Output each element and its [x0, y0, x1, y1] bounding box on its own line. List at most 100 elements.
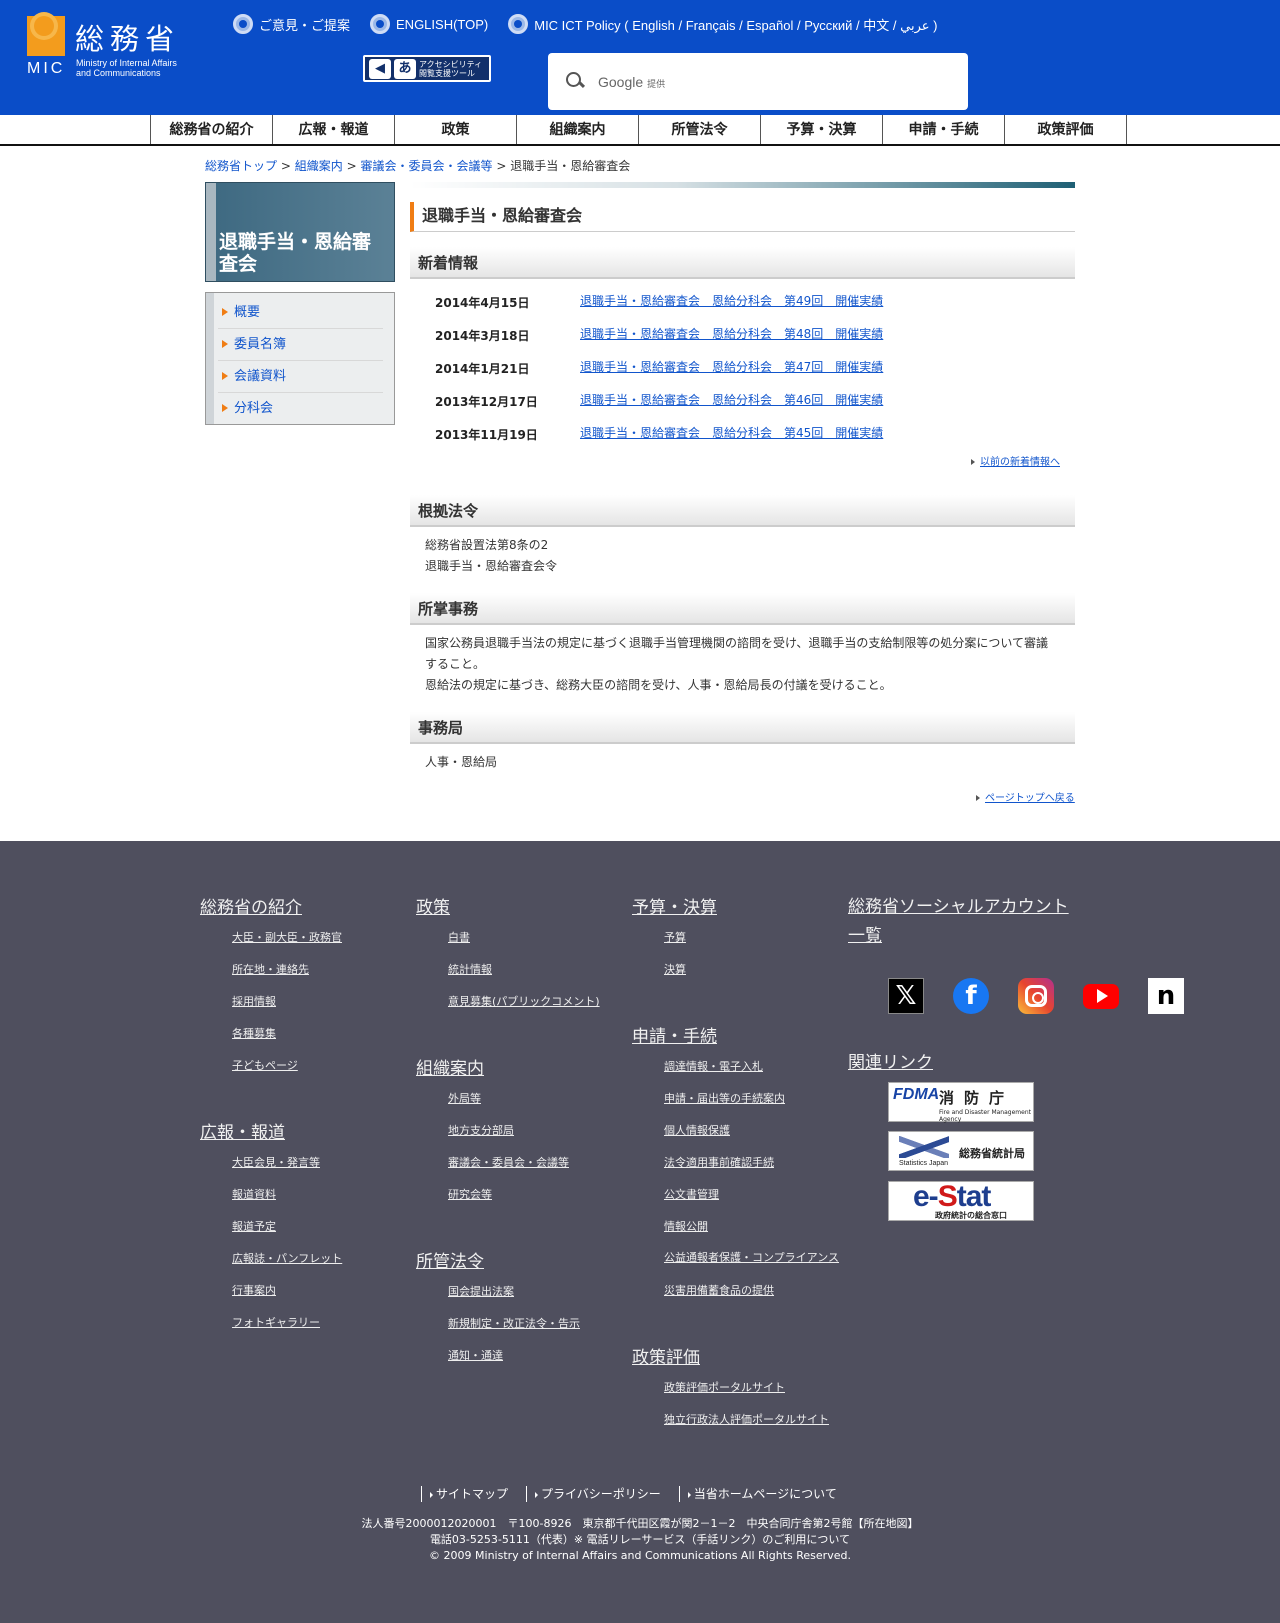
fdma-banner[interactable]: FDMA 消防庁 Fire and Disaster Management Ag…	[888, 1082, 1034, 1123]
footer-heading-about[interactable]: 総務省の紹介	[200, 893, 400, 918]
sidebar-item-overview: 概要	[218, 297, 383, 329]
footer-link[interactable]: 国会提出法案	[448, 1283, 514, 1299]
statistics-logo-icon	[899, 1136, 949, 1158]
english-top-link-label: ENGLISH(TOP)	[396, 16, 489, 32]
ict-policy-link-label: MIC ICT Policy ( English / Français / Es…	[534, 17, 938, 33]
footer-link[interactable]: 情報公開	[664, 1218, 708, 1234]
footer-link[interactable]: 意見募集(パブリックコメント)	[448, 993, 600, 1009]
footer-link[interactable]: 通知・通達	[448, 1347, 503, 1363]
footer-heading-policy[interactable]: 政策	[416, 893, 626, 918]
news-link[interactable]: 退職手当・恩給審査会 恩給分科会 第45回 開催実績	[580, 424, 883, 441]
gnav-item-organization[interactable]: 組織案内	[517, 115, 639, 144]
footer-heading-evaluation[interactable]: 政策評価	[632, 1343, 700, 1368]
gnav-item-policy[interactable]: 政策	[395, 115, 517, 144]
english-top-link[interactable]: ENGLISH(TOP)	[370, 14, 488, 34]
youtube-icon[interactable]	[1083, 978, 1119, 1014]
mic-logo[interactable]: 総務省 MIC Ministry of Internal Affairs and …	[27, 12, 217, 82]
footer-link[interactable]: 新規制定・改正法令・告示	[448, 1315, 580, 1331]
footer-heading-budget[interactable]: 予算・決算	[632, 893, 847, 918]
footer-heading-organization[interactable]: 組織案内	[416, 1054, 484, 1079]
search-input[interactable]	[677, 61, 968, 102]
facebook-icon[interactable]: f	[953, 978, 989, 1014]
page-top-link[interactable]: ページトップへ戻る	[976, 789, 1075, 804]
radio-bullet-icon	[233, 14, 253, 34]
note-icon[interactable]: n	[1148, 978, 1184, 1014]
footer-link[interactable]: 申請・届出等の手続案内	[664, 1090, 785, 1106]
breadcrumb-separator: >	[280, 159, 291, 173]
radio-bullet-icon	[508, 14, 529, 34]
breadcrumb-link-councils[interactable]: 審議会・委員会・会議等	[360, 159, 492, 173]
news-link[interactable]: 退職手当・恩給審査会 恩給分科会 第46回 開催実績	[580, 391, 883, 408]
footer-link[interactable]: 調達情報・電子入札	[664, 1058, 763, 1074]
location-map-link[interactable]: 所在地図	[863, 1517, 907, 1530]
sidebar-link-materials[interactable]: 会議資料	[234, 369, 286, 384]
ict-policy-link[interactable]: MIC ICT Policy ( English / Français / Es…	[508, 14, 937, 34]
footer-link[interactable]: 法令適用事前確認手続	[664, 1154, 774, 1170]
footer-link[interactable]: 所在地・連絡先	[232, 961, 309, 977]
footer-link[interactable]: 個人情報保護	[664, 1122, 730, 1138]
footer-link[interactable]: 報道資料	[232, 1186, 276, 1202]
footer-link[interactable]: 独立行政法人評価ポータルサイト	[664, 1411, 829, 1427]
footer-heading-laws[interactable]: 所管法令	[416, 1247, 484, 1272]
footer-link[interactable]: 研究会等	[448, 1186, 492, 1202]
x-icon[interactable]: 𝕏	[888, 978, 924, 1014]
sitemap-link[interactable]: サイトマップ	[421, 1486, 526, 1502]
footer-link[interactable]: 採用情報	[232, 993, 276, 1009]
accessibility-tool-button[interactable]: ◀ あ アクセシビリティ 閲覧支援ツール	[363, 55, 491, 82]
footer-link[interactable]: 行事案内	[232, 1282, 276, 1298]
gnav-item-laws[interactable]: 所管法令	[639, 115, 761, 144]
footer-link[interactable]: 地方支分部局	[448, 1122, 514, 1138]
footer-link[interactable]: 統計情報	[448, 961, 492, 977]
fdma-name: 消防庁	[939, 1089, 1015, 1107]
older-news-link[interactable]: 以前の新着情報へ	[971, 453, 1060, 468]
footer-link[interactable]: 大臣・副大臣・政務官	[232, 929, 342, 945]
gnav-item-budget[interactable]: 予算・決算	[761, 115, 883, 144]
news-link[interactable]: 退職手当・恩給審査会 恩給分科会 第49回 開催実績	[580, 292, 883, 309]
sidebar-link-overview[interactable]: 概要	[234, 305, 260, 320]
relay-service-link[interactable]: ※ 電話リレーサービス（手話リンク）のご利用について	[574, 1533, 850, 1546]
footer-link[interactable]: 報道予定	[232, 1218, 276, 1234]
footer-link[interactable]: 政策評価ポータルサイト	[664, 1379, 785, 1395]
address-text: 法人番号2000012020001 〒100-8926 東京都千代田区霞が関2－…	[361, 1517, 864, 1530]
footer-heading-procedures[interactable]: 申請・手続	[632, 1022, 717, 1047]
footer-link[interactable]: 各種募集	[232, 1025, 276, 1041]
breadcrumb-current: 退職手当・恩給審査会	[510, 159, 631, 173]
footer-link[interactable]: 決算	[664, 961, 686, 977]
footer-heading-press[interactable]: 広報・報道	[200, 1118, 285, 1143]
footer-link[interactable]: 大臣会見・発言等	[232, 1154, 320, 1170]
footer-link[interactable]: 白書	[448, 929, 470, 945]
office-body: 人事・恩給局	[425, 752, 1055, 773]
sidebar-item-members: 委員名簿	[218, 329, 383, 361]
footer-link[interactable]: 子どもページ	[232, 1057, 298, 1073]
footer-link[interactable]: フォトギャラリー	[232, 1314, 320, 1330]
estat-banner[interactable]: e-Stat 政府統計の総合窓口	[888, 1180, 1034, 1221]
logo-english-name: Ministry of Internal Affairs and Communic…	[76, 58, 177, 78]
instagram-icon[interactable]	[1018, 978, 1054, 1014]
news-link[interactable]: 退職手当・恩給審査会 恩給分科会 第47回 開催実績	[580, 358, 883, 375]
footer-link[interactable]: 災害用備蓄食品の提供	[664, 1282, 774, 1298]
footer-link[interactable]: 公益通報者保護・コンプライアンス	[664, 1250, 846, 1266]
footer-link[interactable]: 審議会・委員会・会議等	[448, 1154, 569, 1170]
gnav-item-evaluation[interactable]: 政策評価	[1005, 115, 1127, 144]
statistics-bureau-banner[interactable]: 総務省統計局 Statistics Japan	[888, 1131, 1034, 1171]
breadcrumb-link-top[interactable]: 総務省トップ	[205, 159, 277, 173]
footer-link[interactable]: 予算	[664, 929, 686, 945]
sidebar-item-subcommittee: 分科会	[218, 393, 383, 425]
sidebar-link-subcommittee[interactable]: 分科会	[234, 401, 273, 416]
gnav-item-about[interactable]: 総務省の紹介	[151, 115, 273, 144]
about-site-link[interactable]: 当省ホームページについて	[678, 1486, 855, 1502]
footer-link[interactable]: 広報誌・パンフレット	[232, 1250, 342, 1266]
privacy-policy-link[interactable]: プライバシーポリシー	[526, 1486, 679, 1502]
news-date: 2013年12月17日	[435, 395, 538, 409]
gnav-item-press[interactable]: 広報・報道	[273, 115, 395, 144]
search-icon[interactable]	[566, 71, 586, 92]
footer-link[interactable]: 外局等	[448, 1090, 481, 1106]
news-link[interactable]: 退職手当・恩給審査会 恩給分科会 第48回 開催実績	[580, 325, 883, 342]
footer-link[interactable]: 公文書管理	[664, 1186, 719, 1202]
footer-heading-social[interactable]: 総務省ソーシャルアカウント一覧	[848, 893, 1073, 951]
breadcrumb-link-organization[interactable]: 組織案内	[295, 159, 343, 173]
feedback-link[interactable]: ご意見・ご提案	[233, 14, 350, 34]
footer-heading-related[interactable]: 関連リンク	[848, 1048, 933, 1073]
sidebar-link-members[interactable]: 委員名簿	[234, 337, 286, 352]
gnav-item-procedures[interactable]: 申請・手続	[883, 115, 1005, 144]
